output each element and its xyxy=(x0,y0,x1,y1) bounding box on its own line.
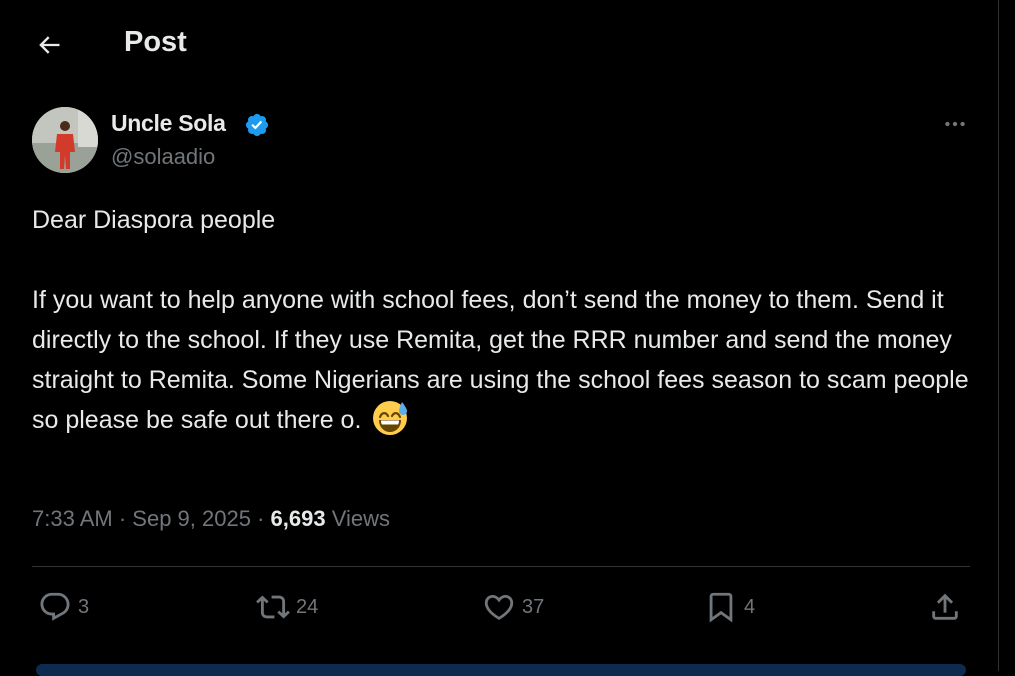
back-button[interactable] xyxy=(30,26,68,64)
divider xyxy=(32,566,970,567)
repost-button[interactable]: 24 xyxy=(256,590,318,624)
views-count: 6,693 xyxy=(270,506,326,531)
tweet-paragraph-text: If you want to help anyone with school f… xyxy=(32,286,969,434)
post-date[interactable]: Sep 9, 2025 xyxy=(132,506,251,531)
bookmark-button[interactable]: 4 xyxy=(704,590,755,624)
like-button[interactable]: 37 xyxy=(482,590,544,624)
tweet-paragraph: If you want to help anyone with school f… xyxy=(32,280,977,440)
column-border xyxy=(998,0,999,671)
post-meta: 7:33 AM · Sep 9, 2025 · 6,693 Views xyxy=(32,506,390,532)
share-icon xyxy=(932,593,958,620)
page-title: Post xyxy=(124,26,187,58)
post-header: Post xyxy=(0,0,990,88)
tweet-text: Dear Diaspora people If you want to help… xyxy=(32,200,977,440)
back-arrow-icon xyxy=(39,36,60,54)
reply-icon xyxy=(40,592,70,621)
bookmark-count: 4 xyxy=(744,595,756,618)
reply-count: 3 xyxy=(78,595,90,618)
more-button[interactable] xyxy=(938,110,972,138)
bookmark-icon xyxy=(709,592,733,623)
grinning-sweat-emoji xyxy=(373,401,408,435)
reply-composer-bar[interactable] xyxy=(36,664,966,676)
author-handle[interactable]: @solaadio xyxy=(111,144,215,170)
post-time[interactable]: 7:33 AM xyxy=(32,506,113,531)
repost-icon xyxy=(256,595,290,619)
tweet-paragraph: Dear Diaspora people xyxy=(32,206,276,234)
reply-button[interactable]: 3 xyxy=(38,590,89,624)
avatar[interactable] xyxy=(32,107,98,173)
more-icon xyxy=(945,121,965,127)
views-label: Views xyxy=(331,506,391,531)
like-icon xyxy=(484,594,514,620)
meta-separator: · xyxy=(118,506,127,531)
share-button[interactable] xyxy=(928,590,962,624)
verified-badge-icon xyxy=(245,113,269,137)
meta-separator: · xyxy=(257,506,265,531)
repost-count: 24 xyxy=(296,595,319,618)
author-display-name[interactable]: Uncle Sola xyxy=(111,110,226,137)
like-count: 37 xyxy=(522,595,545,618)
